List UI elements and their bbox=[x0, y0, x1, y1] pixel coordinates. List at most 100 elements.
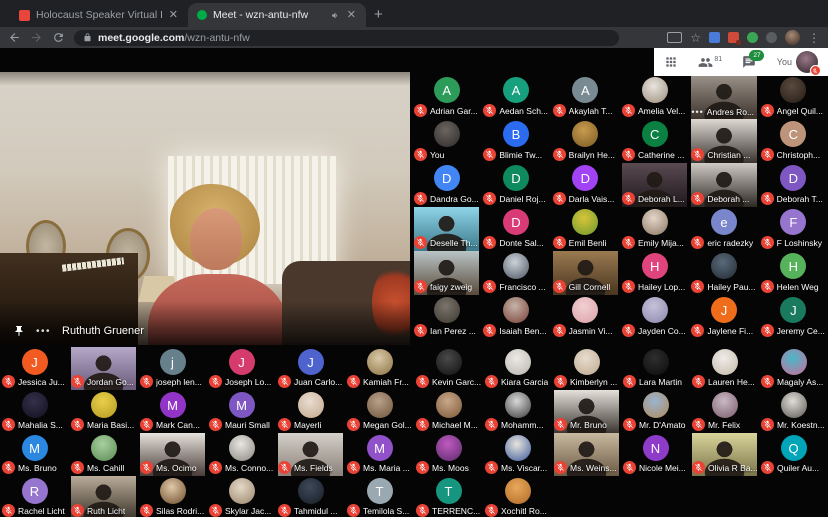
participant-tile[interactable]: M Mark Can... bbox=[138, 390, 207, 433]
reload-icon[interactable] bbox=[52, 31, 65, 44]
participant-tile[interactable]: Kiara Garcia bbox=[483, 347, 552, 390]
participant-tile[interactable]: Deborah L... bbox=[620, 163, 690, 207]
participant-tile[interactable]: Maria Basi... bbox=[69, 390, 138, 433]
participant-tile[interactable]: Francisco ... bbox=[481, 251, 551, 295]
participant-tile[interactable]: Lara Martin bbox=[621, 347, 690, 390]
participant-tile[interactable]: J Joseph Lo... bbox=[207, 347, 276, 390]
participant-tile[interactable]: ••• Andres Ro... bbox=[689, 75, 759, 119]
participant-tile[interactable]: Angel Quil... bbox=[758, 75, 828, 119]
participant-tile[interactable]: T TERRENC... bbox=[414, 476, 483, 517]
participant-tile[interactable]: Mahalia S... bbox=[0, 390, 69, 433]
participant-tile[interactable]: M Ms. Bruno bbox=[0, 433, 69, 476]
participant-tile[interactable]: Amelia Vel... bbox=[620, 75, 690, 119]
participant-tile[interactable]: Magaly As... bbox=[759, 347, 828, 390]
extension-green-icon[interactable] bbox=[747, 32, 758, 43]
lock-icon[interactable] bbox=[83, 33, 92, 42]
participant-tile[interactable]: M Mauri Small bbox=[207, 390, 276, 433]
participant-tile[interactable]: Kamiah Fr... bbox=[345, 347, 414, 390]
participant-tile[interactable]: Isaiah Ben... bbox=[481, 295, 551, 339]
participant-tile[interactable]: Ian Perez ... bbox=[412, 295, 482, 339]
participant-tile[interactable]: Jayden Co... bbox=[620, 295, 690, 339]
participant-tile[interactable]: Jordan Go... bbox=[69, 347, 138, 390]
chat-button[interactable]: 27 bbox=[742, 50, 765, 69]
participant-tile[interactable]: H Helen Weg bbox=[758, 251, 828, 295]
participant-tile[interactable]: A Aedan Sch... bbox=[481, 75, 551, 119]
close-tab-icon[interactable]: ✕ bbox=[168, 9, 179, 22]
participant-tile[interactable]: D Donte Sal... bbox=[481, 207, 551, 251]
participant-tile[interactable]: J Juan Carlo... bbox=[276, 347, 345, 390]
participant-tile[interactable]: Ruth Licht bbox=[69, 476, 138, 517]
participant-tile[interactable]: Emily Mija... bbox=[620, 207, 690, 251]
participant-tile[interactable]: D Daniel Roj... bbox=[481, 163, 551, 207]
participant-tile[interactable]: j joseph len... bbox=[138, 347, 207, 390]
bookmark-star-icon[interactable]: ☆ bbox=[690, 32, 701, 44]
participant-tile[interactable]: D Deborah T... bbox=[758, 163, 828, 207]
new-tab-button[interactable]: + bbox=[374, 6, 383, 23]
participant-tile[interactable]: You bbox=[412, 119, 482, 163]
extension-blue-icon[interactable] bbox=[709, 32, 720, 43]
extension-dark-icon[interactable] bbox=[766, 32, 777, 43]
participant-tile[interactable]: Lauren He... bbox=[690, 347, 759, 390]
participant-tile[interactable]: Deselle Th... bbox=[412, 207, 482, 251]
participant-tile[interactable]: Q Quiler Au... bbox=[759, 433, 828, 476]
extension-red-icon[interactable] bbox=[728, 32, 741, 45]
participant-tile[interactable]: Kimberlyn ... bbox=[552, 347, 621, 390]
participant-tile[interactable]: Kevin Garc... bbox=[414, 347, 483, 390]
close-tab-icon[interactable]: ✕ bbox=[346, 9, 357, 22]
participant-tile[interactable]: Mr. D'Amato bbox=[621, 390, 690, 433]
participant-tile[interactable]: Xochitl Ro... bbox=[483, 476, 552, 517]
browser-menu-icon[interactable]: ⋮ bbox=[808, 32, 820, 44]
participant-tile[interactable]: A Akaylah T... bbox=[550, 75, 620, 119]
media-control-icon[interactable] bbox=[667, 32, 683, 43]
participant-tile[interactable]: Olivia R Ba... bbox=[690, 433, 759, 476]
main-speaker-video[interactable]: ••• Ruthuth Gruener bbox=[0, 72, 410, 345]
tile-menu-icon[interactable]: ••• bbox=[691, 107, 703, 117]
participant-tile[interactable]: Emil Benli bbox=[550, 207, 620, 251]
participant-tile[interactable]: faigy zweig bbox=[412, 251, 482, 295]
participant-tile[interactable]: Mr. Bruno bbox=[552, 390, 621, 433]
participant-tile[interactable]: e eric radezky bbox=[689, 207, 759, 251]
participant-tile[interactable]: Mayerli bbox=[276, 390, 345, 433]
participant-tile[interactable]: Deborah ... bbox=[689, 163, 759, 207]
profile-avatar[interactable] bbox=[785, 30, 800, 45]
participant-tile[interactable]: T Temilola S... bbox=[345, 476, 414, 517]
participant-tile[interactable]: R Rachel Licht bbox=[0, 476, 69, 517]
participant-tile[interactable]: Mr. Koestn... bbox=[759, 390, 828, 433]
participant-tile[interactable]: Ms. Viscar... bbox=[483, 433, 552, 476]
participant-tile[interactable]: Skylar Jac... bbox=[207, 476, 276, 517]
participant-tile[interactable]: Megan Gol... bbox=[345, 390, 414, 433]
participant-tile[interactable]: Mr. Felix bbox=[690, 390, 759, 433]
participant-tile[interactable]: Brailyn He... bbox=[550, 119, 620, 163]
participant-tile[interactable]: Michael M... bbox=[414, 390, 483, 433]
participants-button[interactable]: 81 bbox=[698, 55, 722, 70]
change-layout-button[interactable] bbox=[664, 55, 678, 69]
participant-tile[interactable]: C Christoph... bbox=[758, 119, 828, 163]
participant-tile[interactable]: J Jaylene Fi... bbox=[689, 295, 759, 339]
tab-audio-icon[interactable] bbox=[331, 11, 340, 20]
address-bar[interactable]: meet.google.com/wzn-antu-nfw bbox=[74, 29, 619, 46]
tab-holocaust-speaker[interactable]: Holocaust Speaker Virtual Ev ✕ bbox=[10, 3, 188, 27]
participant-tile[interactable]: D Dandra Go... bbox=[412, 163, 482, 207]
participant-tile[interactable]: Mohamm... bbox=[483, 390, 552, 433]
participant-tile[interactable]: Hailey Pau... bbox=[689, 251, 759, 295]
you-account[interactable]: You bbox=[777, 51, 821, 76]
participant-tile[interactable]: M Ms. Maria ... bbox=[345, 433, 414, 476]
tab-meet[interactable]: Meet - wzn-antu-nfw ✕ bbox=[188, 3, 366, 27]
participant-tile[interactable]: Ms. Cahill bbox=[69, 433, 138, 476]
participant-tile[interactable]: D Darla Vais... bbox=[550, 163, 620, 207]
participant-tile[interactable]: Tahmidul ... bbox=[276, 476, 345, 517]
participant-tile[interactable]: Ms. Moos bbox=[414, 433, 483, 476]
participant-tile[interactable]: N Nicole Mei... bbox=[621, 433, 690, 476]
stage-menu-icon[interactable]: ••• bbox=[36, 327, 51, 337]
participant-tile[interactable]: B Blimie Tw... bbox=[481, 119, 551, 163]
participant-tile[interactable]: Ms. Conno... bbox=[207, 433, 276, 476]
participant-tile[interactable]: Ms. Weins... bbox=[552, 433, 621, 476]
participant-tile[interactable]: Jasmin Vi... bbox=[550, 295, 620, 339]
participant-tile[interactable]: Ms. Fields bbox=[276, 433, 345, 476]
participant-tile[interactable]: C Catherine ... bbox=[620, 119, 690, 163]
forward-icon[interactable] bbox=[30, 31, 43, 44]
participant-tile[interactable]: A Adrian Gar... bbox=[412, 75, 482, 119]
participant-tile[interactable]: Ms. Ocimo bbox=[138, 433, 207, 476]
pin-icon[interactable] bbox=[13, 325, 25, 337]
back-icon[interactable] bbox=[8, 31, 21, 44]
